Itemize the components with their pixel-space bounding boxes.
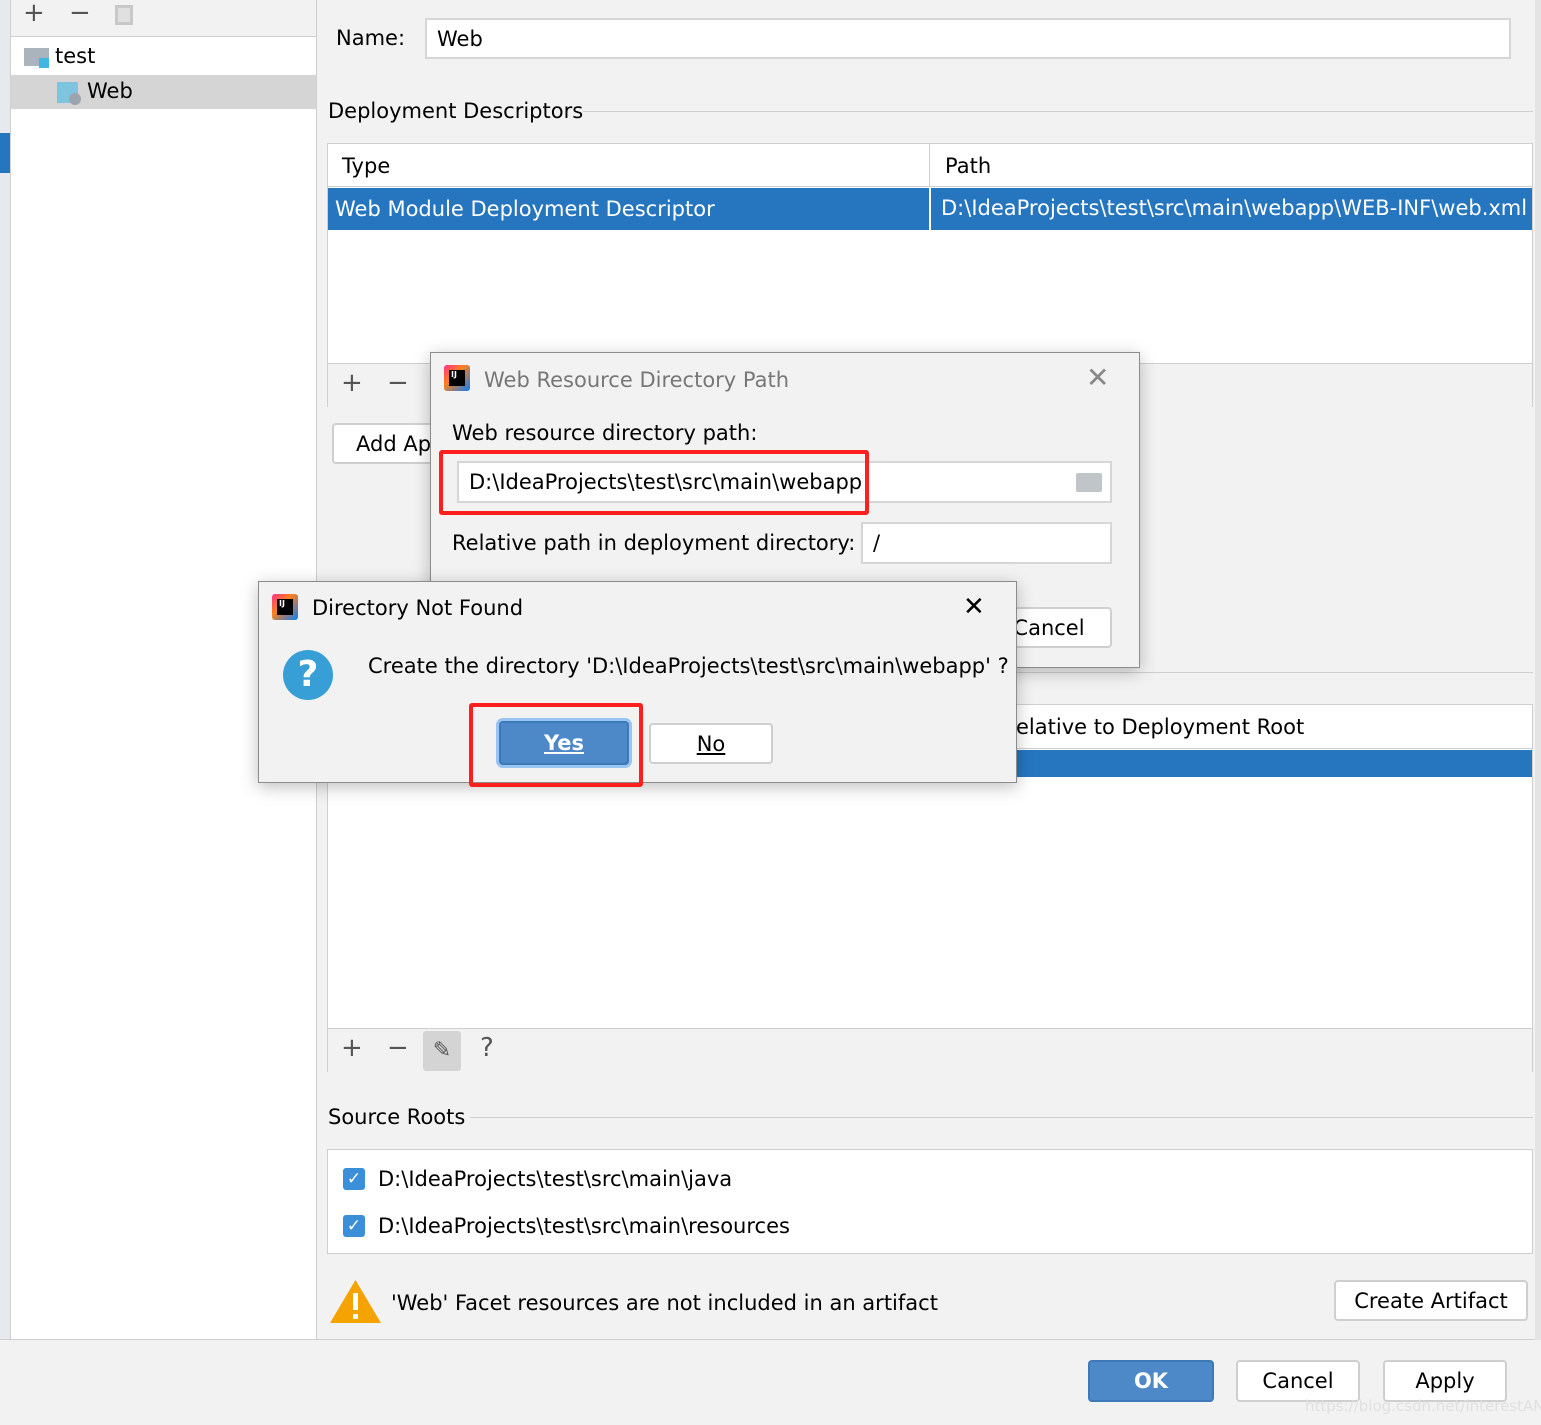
name-value: Web	[437, 26, 483, 51]
cell-path: D:\IdeaProjects\test\src\main\webapp\WEB…	[941, 196, 1528, 220]
close-icon[interactable]: ✕	[963, 592, 985, 622]
column-divider	[929, 188, 931, 230]
source-root-item[interactable]: ✓ D:\IdeaProjects\test\src\main\java	[343, 1167, 1143, 1197]
highlight-box-yes	[469, 703, 643, 787]
section-divider	[1016, 672, 1533, 673]
name-label: Name:	[336, 26, 406, 50]
button-label: Add Ap	[356, 431, 432, 456]
sidebar-toolbar: + −	[11, 0, 316, 37]
button-label: OK	[1133, 1369, 1169, 1393]
edit-pencil-icon[interactable]: ✎	[423, 1031, 461, 1071]
left-strip-marker	[0, 133, 10, 173]
no-button[interactable]: No	[649, 723, 773, 764]
remove-icon[interactable]: −	[387, 368, 409, 398]
button-label: Cancel	[1013, 615, 1085, 640]
cancel-button[interactable]: Cancel	[1236, 1360, 1360, 1402]
button-label: Cancel	[1262, 1369, 1334, 1393]
column-header-type[interactable]: Type	[342, 154, 390, 178]
folder-browse-icon[interactable]	[1076, 473, 1102, 492]
checkbox-checked-icon[interactable]: ✓	[343, 1215, 365, 1237]
column-header-path[interactable]: Path	[945, 154, 991, 178]
warning-text: 'Web' Facet resources are not included i…	[391, 1291, 938, 1315]
column-header-relative-path[interactable]: elative to Deployment Root	[1016, 715, 1304, 739]
dialog-title: Directory Not Found	[312, 596, 524, 620]
checkbox-checked-icon[interactable]: ✓	[343, 1168, 365, 1190]
globe-icon	[69, 93, 81, 105]
button-label: Create Artifact	[1354, 1288, 1508, 1313]
add-icon[interactable]: +	[341, 1033, 363, 1063]
help-icon[interactable]: ?	[480, 1033, 494, 1063]
close-icon[interactable]: ✕	[1086, 361, 1109, 394]
create-artifact-button[interactable]: Create Artifact	[1334, 1280, 1528, 1321]
remove-icon[interactable]: −	[387, 1033, 409, 1063]
add-icon[interactable]: +	[23, 0, 45, 28]
source-root-path: D:\IdeaProjects\test\src\main\java	[378, 1167, 733, 1191]
dialog-message: Create the directory 'D:\IdeaProjects\te…	[368, 654, 1009, 678]
name-input[interactable]: Web	[425, 18, 1511, 59]
relative-path-label: Relative path in deployment directory:	[452, 531, 856, 555]
column-divider	[929, 144, 930, 187]
button-label: Apply	[1415, 1369, 1475, 1393]
add-icon[interactable]: +	[341, 368, 363, 398]
source-roots-list: ✓ D:\IdeaProjects\test\src\main\java ✓ D…	[327, 1149, 1533, 1254]
path-label: Web resource directory path:	[452, 421, 758, 445]
section-title: Deployment Descriptors	[328, 99, 584, 123]
section-divider	[470, 1117, 1533, 1118]
table-toolbar: + − ✎ ?	[328, 1028, 1532, 1072]
button-label: No	[696, 731, 726, 756]
tree-label: Web	[87, 79, 133, 103]
question-icon: ?	[283, 650, 333, 700]
source-root-item[interactable]: ✓ D:\IdeaProjects\test\src\main\resource…	[343, 1214, 1143, 1244]
module-badge-icon	[39, 58, 49, 68]
cell-type: Web Module Deployment Descriptor	[335, 197, 715, 221]
section-divider	[583, 111, 1533, 112]
table-row[interactable]: Web Module Deployment Descriptor D:\Idea…	[328, 188, 1532, 230]
section-title: Source Roots	[328, 1105, 466, 1129]
tree-item-web[interactable]: Web	[11, 75, 316, 109]
table-header: Type Path	[328, 144, 1532, 187]
copy-icon[interactable]	[115, 5, 133, 25]
intellij-logo-icon: IJ	[272, 594, 298, 620]
warning-icon	[330, 1280, 381, 1323]
left-strip	[0, 0, 11, 1340]
tree-label: test	[55, 44, 96, 68]
ok-button[interactable]: OK	[1088, 1360, 1214, 1402]
right-edge	[1535, 0, 1541, 1340]
remove-icon[interactable]: −	[69, 0, 91, 28]
footer-divider	[0, 1339, 1541, 1340]
highlight-box-path	[439, 450, 869, 515]
apply-button[interactable]: Apply	[1383, 1360, 1507, 1402]
tree-item-test[interactable]: test	[11, 40, 316, 74]
dialog-title: Web Resource Directory Path	[484, 368, 790, 392]
relative-path-input[interactable]: /	[861, 522, 1112, 564]
intellij-logo-icon: IJ	[444, 365, 470, 391]
relative-path-value: /	[873, 531, 881, 555]
source-root-path: D:\IdeaProjects\test\src\main\resources	[378, 1214, 790, 1238]
watermark: https://blog.csdn.net/interestANd	[1305, 1397, 1541, 1415]
